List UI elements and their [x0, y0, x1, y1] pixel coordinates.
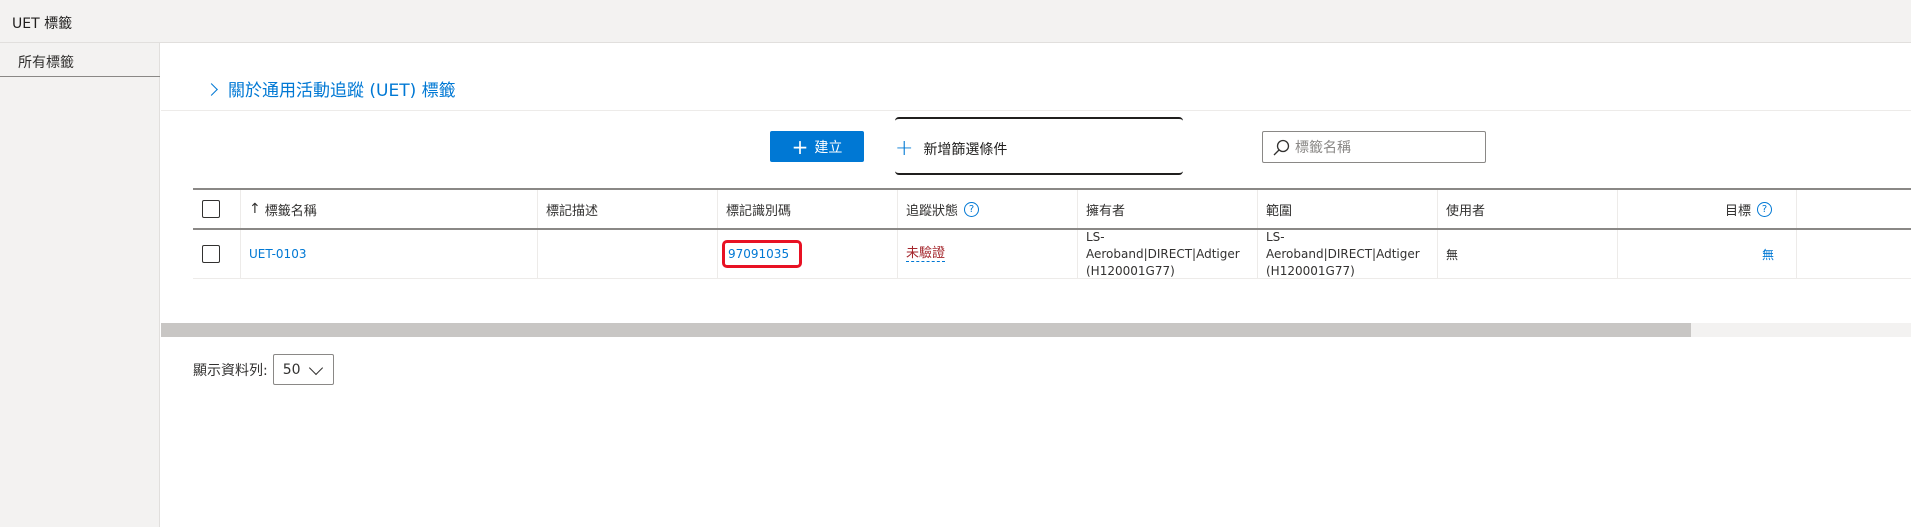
table-row: UET-0103 97091035 未驗證 LS-Aeroband|DIRECT… — [193, 230, 1911, 279]
column-header-scope-label: 範圍 — [1266, 203, 1293, 219]
search-icon — [1273, 139, 1290, 156]
scrollbar-thumb[interactable] — [161, 323, 1691, 337]
about-uet-link[interactable]: 關於通用活動追蹤 (UET) 標籤 — [205, 76, 456, 101]
column-header-scope[interactable]: 範圍 — [1257, 190, 1437, 228]
chevron-right-icon — [205, 83, 218, 96]
column-header-owner-label: 擁有者 — [1086, 203, 1126, 219]
about-uet-link-label: 關於通用活動追蹤 (UET) 標籤 — [228, 81, 456, 101]
column-header-tag-id-label: 標記識別碼 — [726, 203, 792, 219]
users-value: 無 — [1446, 247, 1459, 262]
cell-owner: LS-Aeroband|DIRECT|Adtiger (H120001G77) — [1077, 230, 1257, 278]
column-header-description-label: 標記描述 — [546, 203, 599, 219]
add-filter-label: 新增篩選條件 — [923, 142, 1008, 158]
goals-link[interactable]: 無 — [1762, 246, 1774, 263]
plus-icon: + — [791, 134, 809, 159]
rows-per-page: 顯示資料列: 50 — [193, 354, 334, 385]
tag-id-link[interactable]: 97091035 — [722, 240, 803, 268]
rows-per-page-select[interactable]: 50 — [272, 354, 334, 385]
select-all-cell — [193, 190, 240, 228]
rows-per-page-value: 50 — [282, 361, 301, 378]
horizontal-scrollbar[interactable] — [161, 323, 1911, 337]
column-header-goals[interactable]: 目標 ? — [1617, 190, 1797, 228]
cell-scope: LS-Aeroband|DIRECT|Adtiger (H120001G77) — [1257, 230, 1437, 278]
scope-value: LS-Aeroband|DIRECT|Adtiger (H120001G77) — [1266, 229, 1420, 278]
column-header-owner[interactable]: 擁有者 — [1077, 190, 1257, 228]
search-box[interactable] — [1262, 131, 1486, 163]
create-button[interactable]: + 建立 — [770, 131, 864, 162]
add-filter-button[interactable]: + 新增篩選條件 — [895, 117, 1183, 175]
chevron-down-icon — [308, 360, 323, 376]
cell-goals: 無 — [1617, 230, 1797, 278]
app-title: UET 標籤 — [12, 16, 73, 32]
cell-users: 無 — [1437, 230, 1617, 278]
cell-status: 未驗證 — [897, 230, 1077, 278]
column-header-users-label: 使用者 — [1446, 203, 1486, 219]
search-input[interactable] — [1293, 136, 1482, 160]
plus-icon: + — [895, 136, 914, 161]
top-bar: UET 標籤 — [0, 0, 1911, 43]
table-header-row: ↑ 標籤名稱 標記描述 標記識別碼 追蹤狀態 ? 擁有者 範圍 使用者 目標 ? — [193, 188, 1911, 230]
cell-tag-id: 97091035 — [717, 230, 897, 278]
column-header-description[interactable]: 標記描述 — [537, 190, 717, 228]
tracking-status[interactable]: 未驗證 — [906, 246, 946, 262]
sidebar-item-all-tags[interactable]: 所有標籤 — [0, 43, 160, 77]
owner-value: LS-Aeroband|DIRECT|Adtiger (H120001G77) — [1086, 229, 1240, 278]
column-header-goals-label: 目標 — [1724, 203, 1751, 219]
sort-up-arrow-icon: ↑ — [249, 201, 261, 217]
column-header-status-label: 追蹤狀態 — [906, 203, 959, 219]
column-header-name-label: 標籤名稱 — [264, 203, 317, 219]
column-header-status[interactable]: 追蹤狀態 ? — [897, 190, 1077, 228]
help-circle-icon[interactable]: ? — [1757, 201, 1772, 217]
main-content: 關於通用活動追蹤 (UET) 標籤 + 建立 + 新增篩選條件 ↑ 標籤名稱 — [161, 43, 1911, 527]
column-header-tag-id[interactable]: 標記識別碼 — [717, 190, 897, 228]
select-all-checkbox[interactable] — [202, 200, 220, 218]
tag-name-link[interactable]: UET-0103 — [249, 247, 306, 261]
row-checkbox[interactable] — [202, 245, 220, 263]
column-header-users[interactable]: 使用者 — [1437, 190, 1617, 228]
create-button-label: 建立 — [814, 139, 843, 156]
sidebar: 所有標籤 — [0, 43, 160, 527]
cell-name: UET-0103 — [240, 230, 537, 278]
cell-description — [537, 230, 717, 278]
column-header-name[interactable]: ↑ 標籤名稱 — [240, 190, 537, 228]
rows-per-page-label: 顯示資料列: — [193, 362, 268, 379]
help-circle-icon[interactable]: ? — [964, 201, 980, 217]
divider — [161, 110, 1911, 111]
row-select-cell — [193, 230, 240, 278]
